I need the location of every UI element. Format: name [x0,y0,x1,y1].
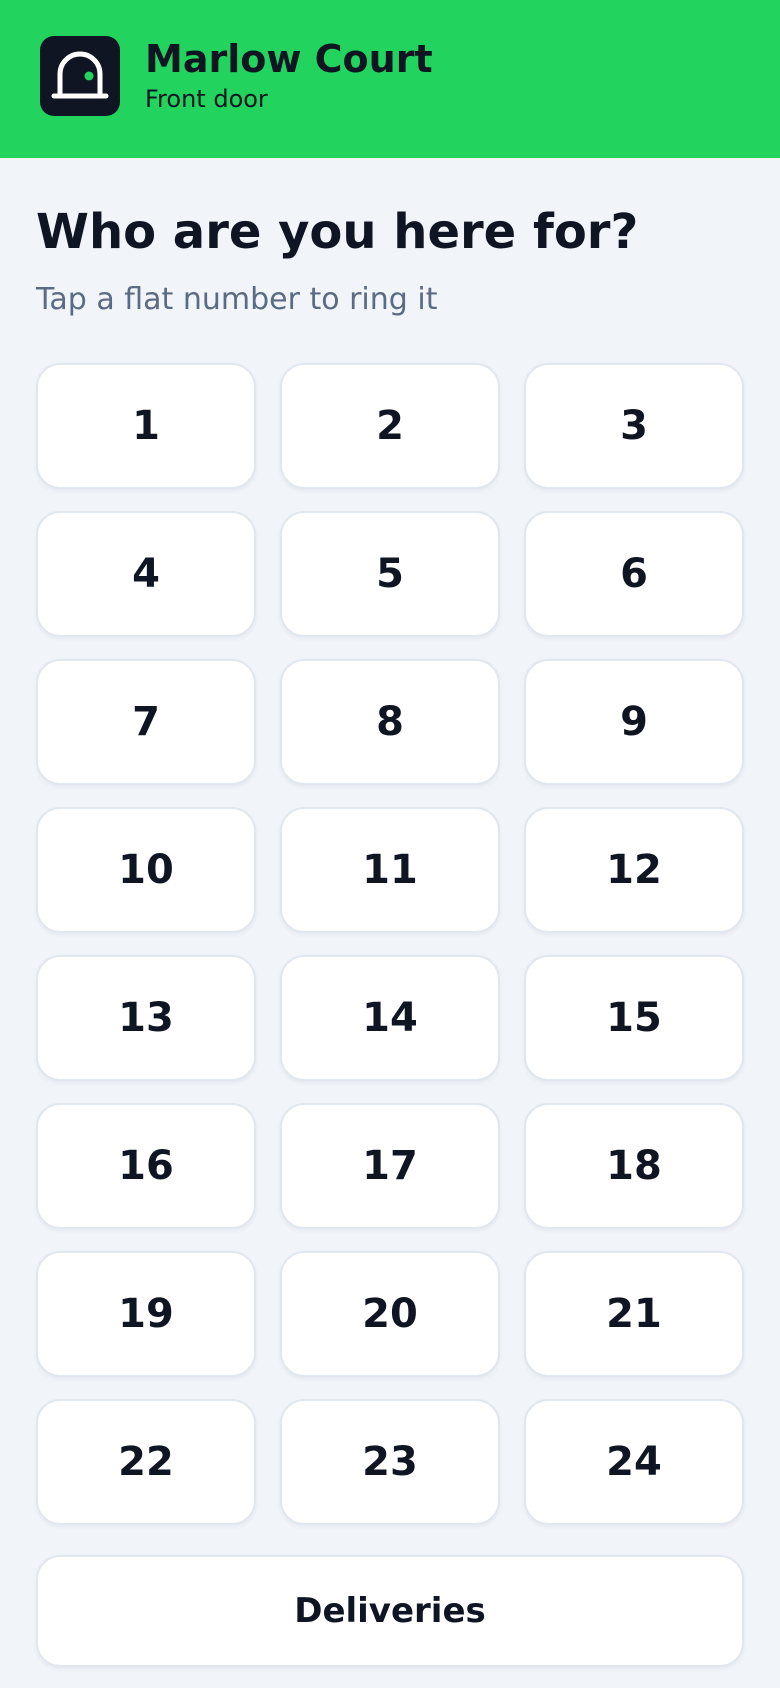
app-header: Marlow Court Front door [0,0,780,158]
page-title: Who are you here for? [36,204,639,260]
flat-button-16[interactable]: 16 [36,1103,256,1229]
flat-button-19[interactable]: 19 [36,1251,256,1377]
flat-button-20[interactable]: 20 [280,1251,500,1377]
flat-button-3[interactable]: 3 [524,363,744,489]
flat-button-8[interactable]: 8 [280,659,500,785]
flat-button-1[interactable]: 1 [36,363,256,489]
flat-button-21[interactable]: 21 [524,1251,744,1377]
page-subtitle: Tap a flat number to ring it [36,282,438,317]
deliveries-button[interactable]: Deliveries [36,1555,744,1667]
flat-button-5[interactable]: 5 [280,511,500,637]
flat-button-15[interactable]: 15 [524,955,744,1081]
flat-button-17[interactable]: 17 [280,1103,500,1229]
door-icon [40,36,120,116]
flat-button-11[interactable]: 11 [280,807,500,933]
flat-button-7[interactable]: 7 [36,659,256,785]
flat-button-6[interactable]: 6 [524,511,744,637]
flat-button-10[interactable]: 10 [36,807,256,933]
flat-button-13[interactable]: 13 [36,955,256,1081]
flat-button-22[interactable]: 22 [36,1399,256,1525]
door-name: Front door [145,85,268,113]
flat-button-24[interactable]: 24 [524,1399,744,1525]
flat-button-4[interactable]: 4 [36,511,256,637]
flat-button-23[interactable]: 23 [280,1399,500,1525]
flat-button-18[interactable]: 18 [524,1103,744,1229]
flat-button-12[interactable]: 12 [524,807,744,933]
flat-button-14[interactable]: 14 [280,955,500,1081]
building-name: Marlow Court [145,37,433,81]
flat-button-9[interactable]: 9 [524,659,744,785]
flat-button-2[interactable]: 2 [280,363,500,489]
flat-grid: 1 2 3 4 5 6 7 8 9 10 11 12 13 14 15 16 17 18 19 20 21 22 23 24 [36,363,744,1525]
